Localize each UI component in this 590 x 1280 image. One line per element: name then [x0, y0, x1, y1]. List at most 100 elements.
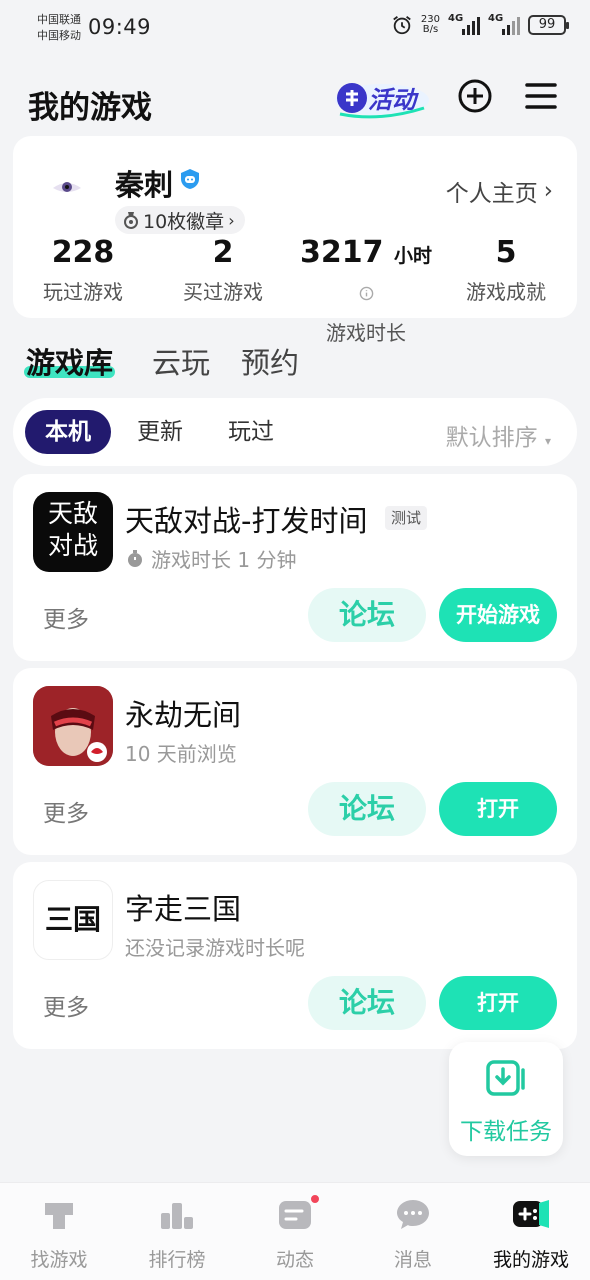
my-games-icon [513, 1200, 549, 1228]
nav-label: 找游戏 [30, 1249, 88, 1271]
status-bar: 中国联通 中国移动 09:49 230 B/s 4G 4G 99 [0, 0, 590, 56]
page-title: 我的游戏 [28, 90, 152, 126]
forum-button[interactable]: 论坛 [308, 782, 426, 836]
bottom-nav: 找游戏 排行榜 动态 消息 我的游戏 [0, 1182, 590, 1280]
add-button[interactable] [457, 78, 493, 114]
stat-value: 3217 [300, 235, 384, 270]
tab-label: 游戏库 [26, 346, 114, 380]
homepage-link[interactable]: 个人主页 › [446, 174, 553, 208]
game-card[interactable]: 天敌 对战 天敌对战-打发时间 测试 游戏时长 1 分钟 更多 论坛 开始游戏 [13, 474, 577, 661]
game-icon-text: 对战 [47, 531, 98, 560]
game-icon [33, 686, 113, 766]
nav-label: 消息 [393, 1249, 432, 1271]
username: 秦刺 [115, 168, 174, 202]
stat-bought-games[interactable]: 2 买过游戏 [177, 234, 269, 305]
play-time: 游戏时长 1 分钟 [151, 548, 297, 572]
download-icon [486, 1060, 525, 1096]
carrier-1: 中国联通 [37, 13, 81, 26]
alarm-icon [393, 16, 411, 35]
message-icon [397, 1200, 429, 1229]
stat-played-games[interactable]: 228 玩过游戏 [37, 234, 129, 305]
game-icon-text: 三国 [44, 903, 101, 936]
medal-icon [124, 212, 138, 229]
stat-label: 玩过游戏 [43, 280, 123, 304]
game-icon: 三国 [33, 880, 113, 960]
battery-icon: 99 [528, 15, 569, 35]
badges-count: 10枚徽章 [143, 210, 225, 233]
stat-play-time[interactable]: 3217 小时 游戏时长 [291, 234, 441, 346]
find-game-icon [45, 1203, 73, 1229]
chevron-right-icon: › [228, 210, 235, 230]
stat-value: 228 [51, 235, 115, 270]
net-speed-unit: B/s [422, 24, 439, 35]
clock: 09:49 [88, 15, 152, 39]
net-speed: 230 B/s [421, 15, 440, 35]
game-icon: 天敌 对战 [33, 492, 113, 572]
signal-icon: 4G [488, 13, 520, 35]
caret-down-icon: ▾ [544, 434, 551, 448]
notification-dot [309, 1193, 321, 1205]
header: 我的游戏 活动 [0, 56, 590, 136]
tab-label: 预约 [241, 346, 300, 380]
nav-feed[interactable]: 动态 [236, 1183, 354, 1280]
stat-value: 5 [495, 235, 517, 270]
nav-label: 排行榜 [148, 1249, 206, 1271]
signal-icon: 4G [448, 13, 480, 35]
stat-value: 2 [212, 235, 234, 270]
avatar[interactable] [47, 168, 87, 208]
nav-ranking[interactable]: 排行榜 [118, 1183, 236, 1280]
game-name: 天敌对战-打发时间 [125, 504, 368, 538]
nav-my-games[interactable]: 我的游戏 [472, 1183, 590, 1280]
sort-dropdown[interactable]: 默认排序 ▾ [446, 418, 551, 452]
tab-label: 云玩 [152, 346, 211, 380]
info-icon[interactable] [359, 286, 374, 301]
more-link[interactable]: 更多 [43, 794, 89, 828]
sort-label: 默认排序 [445, 425, 538, 451]
stat-label: 游戏成就 [466, 280, 546, 304]
stopwatch-icon [128, 549, 142, 567]
homepage-label: 个人主页 [445, 181, 538, 207]
signal-type-2: 4G [488, 13, 504, 24]
filter-updates[interactable]: 更新 [117, 410, 203, 454]
no-play-time: 还没记录游戏时长呢 [125, 936, 305, 960]
carrier-info: 中国联通 中国移动 [37, 12, 81, 44]
menu-icon[interactable] [524, 80, 558, 112]
nav-label: 动态 [275, 1249, 314, 1271]
game-meta: 还没记录游戏时长呢 [125, 932, 305, 961]
tab-game-library[interactable]: 游戏库 [24, 340, 116, 382]
more-link[interactable]: 更多 [43, 988, 89, 1022]
download-tasks-button[interactable]: 下载任务 [449, 1042, 563, 1156]
game-meta: 10 天前浏览 [125, 738, 237, 767]
chevron-right-icon: › [543, 178, 553, 204]
more-link[interactable]: 更多 [43, 600, 89, 634]
last-viewed: 10 天前浏览 [125, 742, 237, 766]
nav-label: 我的游戏 [492, 1249, 569, 1271]
open-button[interactable]: 打开 [439, 782, 557, 836]
game-card[interactable]: 三国 字走三国 还没记录游戏时长呢 更多 论坛 打开 [13, 862, 577, 1049]
nav-find-game[interactable]: 找游戏 [0, 1183, 118, 1280]
start-game-button[interactable]: 开始游戏 [439, 588, 557, 642]
stat-achievements[interactable]: 5 游戏成就 [459, 234, 553, 305]
filter-bar: 本机 更新 玩过 默认排序 ▾ [13, 398, 577, 466]
filter-local[interactable]: 本机 [25, 410, 111, 454]
game-name: 永劫无间 [125, 698, 242, 732]
carrier-2: 中国移动 [37, 29, 81, 42]
status-icons: 230 B/s 4G 4G 99 [391, 13, 569, 36]
game-icon-text: 天敌 [47, 499, 98, 528]
forum-button[interactable]: 论坛 [308, 976, 426, 1030]
download-tasks-label: 下载任务 [460, 1119, 552, 1145]
test-tag: 测试 [385, 506, 428, 530]
badges-button[interactable]: 10枚徽章 › [115, 206, 245, 234]
forum-button[interactable]: 论坛 [308, 588, 426, 642]
signal-type-1: 4G [448, 13, 464, 24]
open-button[interactable]: 打开 [439, 976, 557, 1030]
tab-cloud-play[interactable]: 云玩 [152, 340, 210, 382]
library-tabs: 游戏库 云玩 预约 [0, 336, 590, 386]
tab-reservations[interactable]: 预约 [241, 340, 299, 382]
activity-banner-button[interactable]: 活动 [332, 76, 432, 120]
nav-messages[interactable]: 消息 [354, 1183, 472, 1280]
filter-played[interactable]: 玩过 [208, 410, 294, 454]
game-card[interactable]: 永劫无间 10 天前浏览 更多 论坛 打开 [13, 668, 577, 855]
stat-label: 买过游戏 [183, 280, 263, 304]
game-name: 字走三国 [125, 892, 242, 926]
